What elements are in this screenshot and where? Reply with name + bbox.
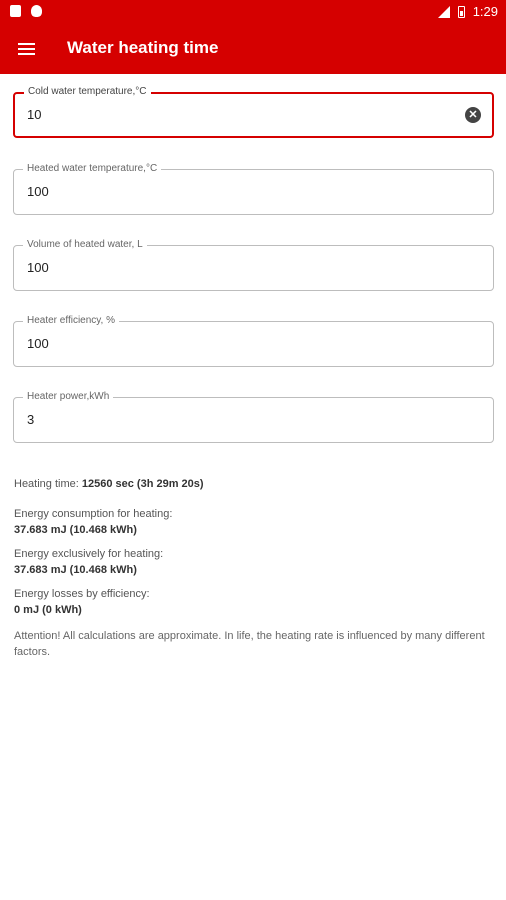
app-bar: Water heating time (0, 24, 506, 74)
heater-efficiency-value[interactable]: 100 (27, 336, 49, 351)
heated-water-temperature-label: Heated water temperature,°C (23, 163, 162, 175)
status-bar: 1:29 (0, 0, 506, 24)
cold-water-temperature-label: Cold water temperature,°C (24, 86, 151, 98)
heater-efficiency-field[interactable]: Heater efficiency, % 100 (13, 315, 494, 367)
energy-losses-value: 0 mJ (0 kWh) (14, 604, 82, 616)
android-icon (31, 5, 42, 17)
energy-losses-block: Energy losses by efficiency: 0 mJ (0 kWh… (14, 586, 494, 618)
page-title: Water heating time (67, 38, 219, 57)
heated-water-temperature-value[interactable]: 100 (27, 184, 49, 199)
energy-consumption-value: 37.683 mJ (10.468 kWh) (14, 524, 137, 536)
clear-icon[interactable]: ✕ (465, 107, 481, 123)
energy-exclusive-value: 37.683 mJ (10.468 kWh) (14, 564, 137, 576)
heating-time-label: Heating time: (14, 478, 82, 490)
menu-icon[interactable] (18, 36, 44, 62)
energy-exclusive-block: Energy exclusively for heating: 37.683 m… (14, 546, 494, 578)
energy-consumption-label: Energy consumption for heating: (14, 508, 173, 520)
battery-icon (457, 5, 465, 18)
status-notification-icons (10, 5, 42, 17)
heater-efficiency-label: Heater efficiency, % (23, 315, 120, 327)
status-system-icons: 1:29 (437, 4, 498, 19)
energy-consumption-block: Energy consumption for heating: 37.683 m… (14, 506, 494, 538)
heated-water-temperature-field[interactable]: Heated water temperature,°C 100 (13, 163, 494, 215)
results-panel: Heating time: 12560 sec (3h 29m 20s) Ene… (14, 476, 494, 660)
cold-water-temperature-value[interactable]: 10 (27, 107, 41, 122)
volume-of-heated-water-label: Volume of heated water, L (23, 239, 147, 251)
heating-time-value: 12560 sec (3h 29m 20s) (81, 478, 204, 490)
cold-water-temperature-field[interactable]: Cold water temperature,°C 10 ✕ (13, 86, 494, 138)
energy-exclusive-label: Energy exclusively for heating: (14, 548, 164, 560)
signal-icon (437, 5, 450, 18)
notification-icon (10, 5, 21, 17)
status-time: 1:29 (472, 4, 498, 19)
heater-power-label: Heater power,kWh (23, 391, 114, 403)
volume-of-heated-water-field[interactable]: Volume of heated water, L 100 (13, 239, 494, 291)
heater-power-field[interactable]: Heater power,kWh 3 (13, 391, 494, 443)
attention-note: Attention! All calculations are approxim… (14, 630, 485, 658)
energy-losses-label: Energy losses by efficiency: (14, 588, 150, 600)
volume-of-heated-water-value[interactable]: 100 (27, 260, 49, 275)
heater-power-value[interactable]: 3 (27, 412, 34, 427)
heating-time-line: Heating time: 12560 sec (3h 29m 20s) (14, 476, 494, 492)
